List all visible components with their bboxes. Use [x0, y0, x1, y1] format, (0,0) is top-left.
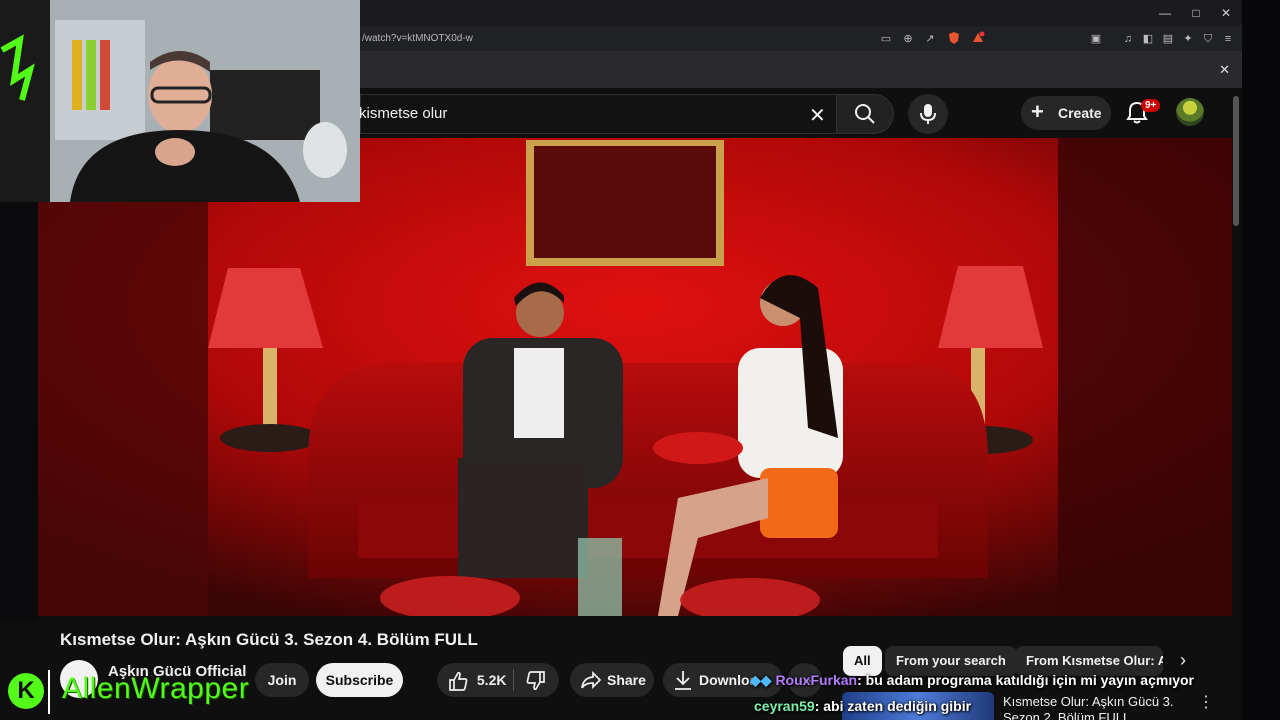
vpn-icon[interactable]: ⛉ — [1200, 31, 1216, 47]
video-player[interactable] — [38, 138, 1232, 616]
wallet-icon[interactable]: ▤ — [1160, 31, 1176, 47]
chat-message: ceyran59: abi zaten dediğin gibir — [754, 698, 971, 714]
notifications-button[interactable]: 9+ — [1124, 98, 1161, 128]
close-window-button[interactable]: ✕ — [1213, 4, 1239, 22]
brave-shield-icon[interactable] — [946, 31, 962, 47]
webcam-feed — [0, 0, 360, 202]
video-frame — [38, 138, 1232, 616]
like-dislike-group: 5.2K — [437, 663, 559, 697]
close-icon[interactable]: ✕ — [1219, 62, 1230, 78]
thumbs-down-icon — [526, 671, 545, 691]
webcam-overlay — [0, 0, 360, 202]
chat-username: ceyran59 — [754, 698, 815, 714]
share-label: Share — [607, 672, 646, 688]
share-button[interactable]: Share — [570, 663, 654, 697]
brave-rewards-icon[interactable] — [970, 31, 986, 47]
maximize-button[interactable]: □ — [1183, 4, 1209, 22]
address-bar[interactable]: /watch?v=ktMNOTX0d-w ▭ ⊕ ↗ ▣ ♫ ◧ ▤ ✦ ⛉ ≡ — [360, 26, 1242, 52]
join-button[interactable]: Join — [255, 663, 309, 697]
like-divider — [513, 669, 514, 691]
voice-search-button[interactable] — [908, 94, 948, 134]
plus-icon: + — [1031, 99, 1044, 124]
music-icon[interactable]: ♫ — [1120, 31, 1136, 47]
create-button[interactable]: + Create — [1021, 96, 1111, 130]
notification-badge: 9+ — [1141, 99, 1161, 112]
screenshot-icon[interactable]: ▣ — [1088, 31, 1104, 47]
sidebar-panel-bar: ✕ — [360, 52, 1242, 88]
like-count: 5.2K — [476, 672, 507, 688]
search-button[interactable] — [836, 94, 894, 134]
kick-logo-icon: K — [8, 673, 44, 709]
share-icon[interactable]: ↗ — [922, 31, 938, 47]
chat-badges-icon: ◆◆ — [750, 672, 772, 688]
subscribe-button[interactable]: Subscribe — [316, 663, 403, 697]
create-label: Create — [1058, 105, 1102, 121]
chat-text: : bu adam programa katıldığı için mi yay… — [857, 672, 1194, 688]
download-label: Downloa — [699, 672, 758, 688]
recommendation-title-line1: Kısmetse Olur: Aşkın Gücü 3. — [1003, 694, 1174, 709]
url-text[interactable]: /watch?v=ktMNOTX0d-w — [362, 33, 473, 44]
like-button[interactable]: 5.2K — [447, 663, 506, 697]
video-title: Kısmetse Olur: Aşkın Gücü 3. Sezon 4. Bö… — [60, 630, 478, 649]
dislike-button[interactable] — [525, 663, 547, 697]
streamer-watermark: AllenWrapper — [62, 672, 250, 705]
desktop-edge-right — [1242, 0, 1280, 720]
search-query-text[interactable]: kismetse olur — [359, 105, 447, 122]
search-icon — [855, 104, 875, 124]
sidebar-icon[interactable]: ◧ — [1140, 31, 1156, 47]
download-icon — [675, 671, 691, 690]
menu-icon[interactable]: ≡ — [1220, 31, 1236, 47]
microphone-icon — [920, 104, 936, 124]
browser-titlebar: — □ ✕ — [360, 0, 1242, 26]
share-arrow-icon — [581, 670, 602, 690]
chevron-right-icon[interactable]: › — [1180, 650, 1186, 671]
chat-text: : abi zaten dediğin gibir — [814, 698, 972, 714]
watermark-divider — [48, 670, 50, 714]
account-avatar[interactable] — [1176, 98, 1204, 126]
chat-username: RouxFurkan — [775, 672, 858, 688]
recommendation-title-line2: Sezon 2. Bölüm FULL — [1003, 710, 1131, 720]
cast-icon[interactable]: ▭ — [878, 31, 894, 47]
screen: — □ ✕ /watch?v=ktMNOTX0d-w ▭ ⊕ ↗ ▣ ♫ ◧ ▤… — [0, 0, 1280, 720]
thumbs-up-icon — [449, 672, 468, 692]
youtube-header: kismetse olur ✕ + Create 9+ — [359, 88, 1242, 138]
more-vert-icon[interactable]: ⋮ — [1198, 692, 1214, 712]
minimize-button[interactable]: — — [1152, 4, 1178, 22]
page-scrollbar[interactable] — [1233, 96, 1239, 226]
leo-icon[interactable]: ✦ — [1180, 31, 1196, 47]
chat-message: ◆◆ RouxFurkan: bu adam programa katıldığ… — [750, 672, 1194, 689]
zoom-icon[interactable]: ⊕ — [900, 31, 916, 47]
desktop-edge-left — [0, 200, 38, 620]
search-input[interactable]: kismetse olur ✕ — [359, 94, 836, 134]
recommendation-title[interactable]: Kısmetse Olur: Aşkın Gücü 3. Sezon 2. Bö… — [1003, 694, 1183, 720]
clear-search-icon[interactable]: ✕ — [809, 103, 826, 128]
